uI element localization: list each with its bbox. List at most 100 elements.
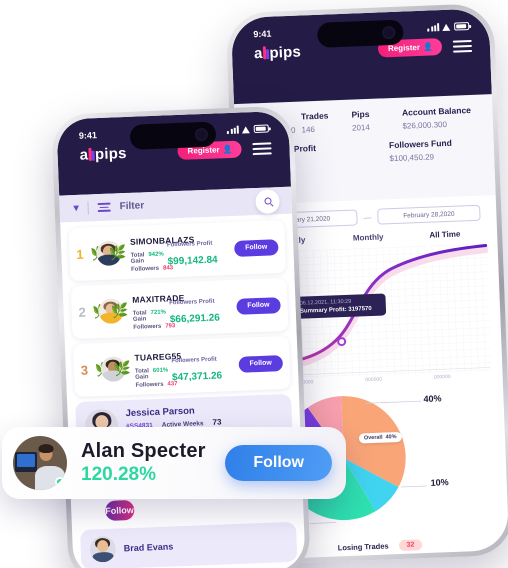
tab-all-time[interactable]: All Time [406,229,483,241]
losing-trades-badge: 32 [398,539,423,552]
pie-label-40: 40% [423,393,442,405]
pie-label-10: 10% [430,477,449,488]
logo-bar-purple-icon [266,49,270,60]
dynamic-island-left [129,121,217,150]
total-gain-value: 721% [150,309,167,316]
filter-icon[interactable] [97,202,111,212]
losing-trades-label: Losing Trades [337,541,389,553]
avatar [89,535,117,563]
alan-percent: 120.28% [81,464,157,485]
rank-badge: 2 [78,304,87,320]
status-icons-left [227,124,269,134]
rank-badge: 1 [76,246,84,262]
followers-label: Followers [133,323,162,331]
left-follow-button[interactable]: Follow [104,499,135,522]
avatar-body [92,551,114,563]
laurel-right-icon: 🌿 [110,301,129,319]
followers-label: Followers [135,381,164,389]
screenshot-stage: 9:41 a pips Register 👤 Trades 146 Pips 2… [0,0,508,568]
pie-overall-badge: Overall 40% [358,431,402,444]
table-row[interactable]: 3 🌿 🌿 [72,335,291,398]
search-button[interactable] [255,188,280,214]
avatar-wrap: 🌿 🌿 [95,353,132,384]
alan-body: Alan Specter 120.28% [81,440,211,486]
stat-pips: Pips 2014 [351,108,398,133]
table-row[interactable]: 2 🌿 🌿 [70,277,289,340]
logo-pips-left: pips [94,144,127,164]
trader-followers-row: Followers 843 [131,265,173,273]
battery-icon [454,22,470,31]
total-gain-label: Total Gain [130,251,145,265]
stat-trades-value: 146 [301,125,316,135]
trader-followers-row: Followers 793 [133,323,175,331]
follow-button[interactable]: Follow [236,296,281,315]
stat-pips-value: 2014 [351,122,370,133]
logo-a-left: a [79,146,89,164]
app-logo: a pips [254,43,302,62]
trader-leaderboard-list: 1 🌿 🌿 [60,213,299,398]
avatar-wrap: 🌿 🌿 [92,296,129,327]
logo-pips: pips [269,43,302,62]
alan-name: Alan Specter [81,440,206,462]
trader-info: TUAREG55 Total Gain 601% Followers 437 [134,347,181,389]
menu-button-left[interactable] [252,141,272,155]
online-status-dot [55,477,65,487]
search-icon [263,197,272,205]
stat-pips-label: Pips [351,108,370,120]
avatar-illustration [89,535,117,563]
wifi-icon [442,23,451,30]
right-phone-topbar: 9:41 a pips Register 👤 [230,8,492,105]
dynamic-island [316,19,404,48]
chart-tooltip: 06.12.2021, 11:30:29 Summary Profit: 319… [293,293,387,319]
wifi-icon-left [242,126,251,133]
trader-gain-row: Total Gain 721% [132,309,167,323]
stat-trades: Trades 146 [301,110,348,135]
active-weeks-value: 73 [212,417,222,427]
trader-info: MAXITRADE Total Gain 721% Followers 793 [132,289,185,331]
laurel-right-icon: 🌿 [108,243,127,261]
divider [87,201,89,215]
axis-tick-2: 000000 [365,376,383,384]
alan-follow-button[interactable]: Follow [225,445,332,481]
stat-followers-fund-label: Followers Fund [388,137,453,151]
followers-profit-value: $66,291.26 [169,311,221,325]
left-phone-topbar: 9:41 a pips Register 👤 [56,110,292,196]
trader-info: SIMONBALAZS Total Gain 942% Followers 84… [130,231,195,273]
laurel-right-icon: 🌿 [113,359,132,377]
bar-losing [421,553,494,560]
followers-profit-label: Followers Profit [166,240,213,248]
tab-monthly[interactable]: Monthly [330,232,407,244]
filter-label[interactable]: Filter [119,200,144,212]
followers-profit-block: Followers Profit $66,291.26 [169,289,232,327]
cellular-signal-icon [427,23,440,32]
cellular-signal-icon-left [227,125,239,134]
table-row[interactable]: 1 🌿 🌿 [68,219,287,282]
pie-badge-value: 40% [385,434,397,441]
camera-lens-icon-left [194,127,209,142]
followers-profit-value: $47,371.26 [171,369,223,383]
left-phone-screen: 9:41 a pips Register 👤 ▾ Filter 1 🌿 SIMO… [56,110,306,568]
logo-bar-purple-icon-left [91,150,95,161]
follow-button[interactable]: Follow [238,354,284,373]
brad-evans-card[interactable]: Brad Evans [80,521,298,568]
avatar-wrap: 🌿 🌿 [90,238,127,269]
tooltip-summary: Summary Profit: 3197570 [299,305,372,315]
status-icons [427,22,470,32]
person-add-icon-left: 👤 [222,144,233,155]
total-gain-label: Total Gain [132,309,147,323]
axis-tick-3: 000000 [433,373,451,381]
trader-gain-row: Total Gain 942% [130,251,163,265]
rank-badge: 3 [80,362,89,378]
chevron-down-icon[interactable]: ▾ [73,203,78,214]
stat-account-balance-label: Account Balance [401,105,472,118]
menu-button[interactable] [452,39,473,53]
alan-specter-floating-card[interactable]: Alan Specter 120.28% Follow [2,427,346,499]
stat-account-balance-value: $26,000.300 [402,119,448,131]
pie-badge-name: Overall [363,434,383,442]
followers-profit-value: $99,142.84 [167,254,218,267]
avatar [13,436,67,490]
followers-profit-block: Followers Profit $47,371.26 [171,347,234,385]
logo-a: a [253,44,263,63]
follow-button[interactable]: Follow [233,238,279,257]
total-gain-value: 601% [152,367,169,374]
